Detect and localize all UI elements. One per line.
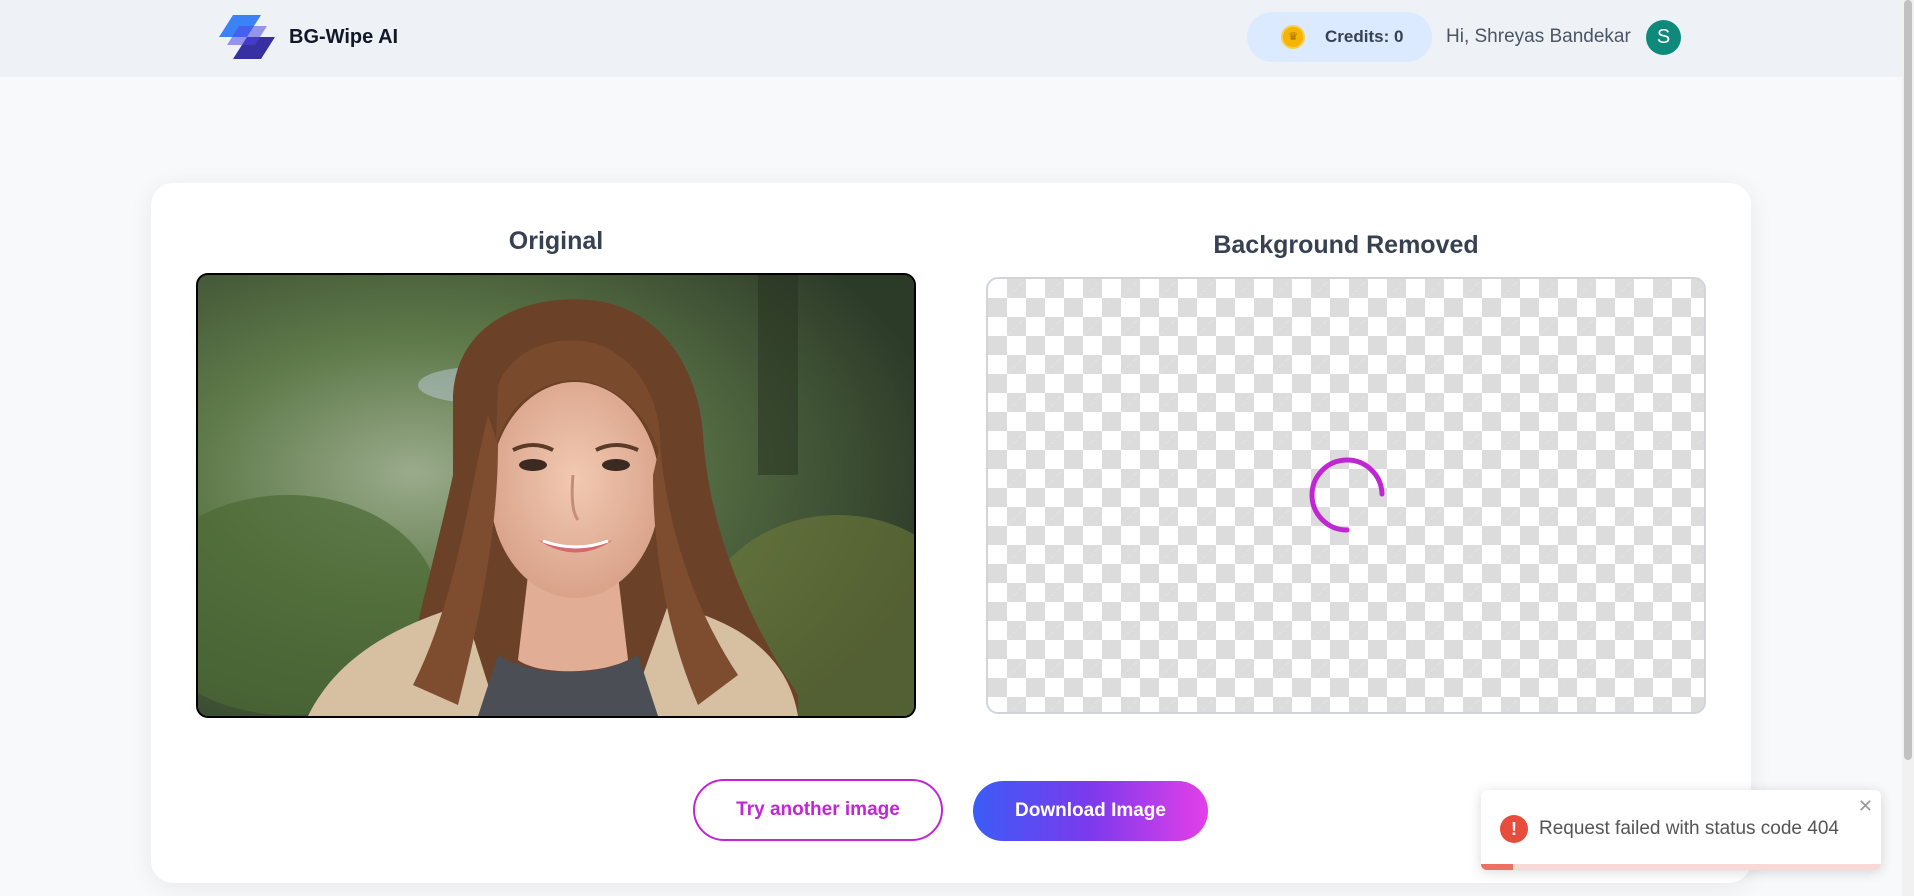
error-toast: ! Request failed with status code 404 ✕ <box>1481 790 1881 870</box>
background-removed-preview <box>986 277 1706 714</box>
close-icon[interactable]: ✕ <box>1858 796 1873 817</box>
removed-panel-title: Background Removed <box>1213 231 1479 259</box>
user-greeting: Hi, Shreyas Bandekar <box>1446 26 1631 47</box>
app-logo[interactable]: BG-Wipe AI <box>219 15 398 59</box>
crown-coin-icon: ♛ <box>1281 25 1305 49</box>
credits-badge[interactable]: ♛ Credits: 0 <box>1247 12 1432 62</box>
parallelogram-logo-icon <box>219 15 275 59</box>
download-image-button[interactable]: Download Image <box>973 781 1208 841</box>
toast-message: Request failed with status code 404 <box>1539 818 1839 839</box>
page-scrollbar[interactable] <box>1902 0 1914 896</box>
app-name: BG-Wipe AI <box>289 25 399 48</box>
portrait-photo <box>198 275 914 716</box>
toast-progress-bar <box>1481 864 1513 870</box>
try-another-image-button[interactable]: Try another image <box>693 779 943 841</box>
error-icon: ! <box>1500 815 1528 843</box>
loading-spinner-icon <box>1309 457 1385 533</box>
original-panel-title: Original <box>508 227 604 255</box>
original-image <box>196 273 916 718</box>
avatar[interactable]: S <box>1646 20 1681 55</box>
top-nav-bar: BG-Wipe AI ♛ Credits: 0 Hi, Shreyas Band… <box>0 0 1902 77</box>
scrollbar-thumb[interactable] <box>1904 0 1912 760</box>
credits-label: Credits: 0 <box>1325 27 1404 46</box>
toast-progress-track <box>1481 864 1881 870</box>
